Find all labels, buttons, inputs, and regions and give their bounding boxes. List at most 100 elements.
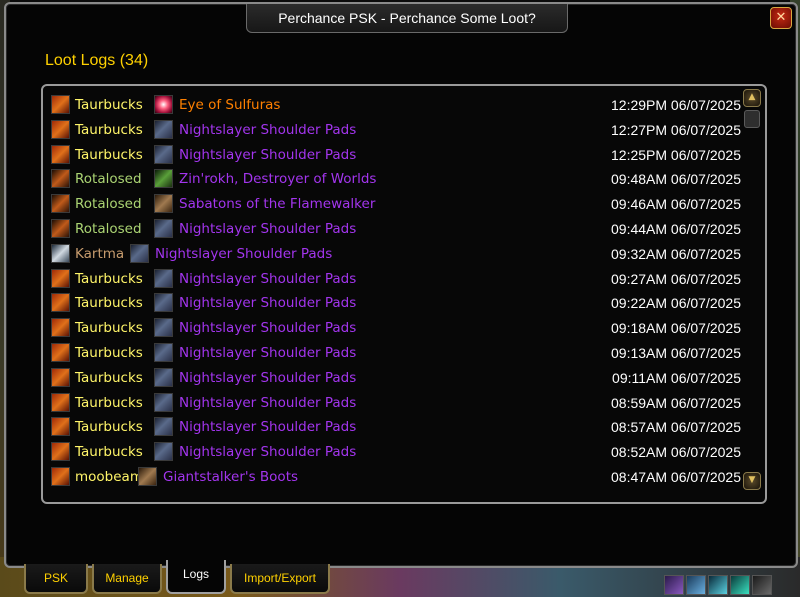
tab-logs[interactable]: Logs: [166, 560, 226, 594]
loot-log-row[interactable]: Taurbucks Nightslayer Shoulder Pads 09:11A…: [51, 366, 741, 390]
item-link[interactable]: Nightslayer Shoulder Pads: [179, 440, 356, 464]
rogue-class-icon: [51, 144, 70, 164]
rogue-class-icon: [51, 467, 70, 486]
loot-log-row[interactable]: Taurbucks Nightslayer Shoulder Pads 08:52A…: [51, 440, 741, 464]
player-name: Taurbucks: [75, 320, 143, 337]
loot-timestamp: 08:52AM 06/07/2025: [611, 444, 741, 461]
rogue-class-icon: [51, 442, 70, 462]
player-name: Taurbucks: [75, 444, 143, 461]
loot-log-row[interactable]: Taurbucks Nightslayer Shoulder Pads 09:22A…: [51, 291, 741, 315]
item-link[interactable]: Nightslayer Shoulder Pads: [179, 217, 356, 241]
druid-class-icon: [51, 194, 70, 214]
loot-log-row[interactable]: Taurbucks Nightslayer Shoulder Pads 09:13A…: [51, 341, 741, 365]
loot-timestamp: 09:48AM 06/07/2025: [611, 171, 741, 188]
player-name: Rotalosed: [75, 196, 142, 213]
item-link[interactable]: Zin'rokh, Destroyer of Worlds: [179, 167, 376, 191]
loot-timestamp: 09:44AM 06/07/2025: [611, 221, 741, 237]
loot-log-row[interactable]: Taurbucks Nightslayer Shoulder Pads 12:25P…: [51, 143, 741, 167]
loot-log-row[interactable]: Taurbucks Nightslayer Shoulder Pads 09:18A…: [51, 316, 741, 340]
scroll-down-icon[interactable]: ▼: [743, 472, 761, 490]
shoulder-pads-icon[interactable]: [130, 243, 149, 263]
player-name: Taurbucks: [75, 97, 143, 113]
shoulder-pads-icon[interactable]: [154, 119, 173, 139]
loot-timestamp: 09:18AM 06/07/2025: [611, 320, 741, 337]
shoulder-pads-icon[interactable]: [154, 268, 173, 288]
shoulder-pads-icon[interactable]: [154, 417, 173, 437]
window-title: Perchance PSK - Perchance Some Loot?: [246, 4, 568, 33]
rogue-class-icon: [51, 318, 70, 338]
rogue-class-icon: [51, 268, 70, 288]
loot-log-row[interactable]: Taurbucks Nightslayer Shoulder Pads 09:27A…: [51, 267, 741, 291]
player-name: Taurbucks: [75, 394, 143, 411]
rogue-class-icon: [51, 392, 70, 412]
tab-manage[interactable]: Manage: [92, 564, 162, 594]
loot-timestamp: 09:22AM 06/07/2025: [611, 295, 741, 312]
item-link[interactable]: Nightslayer Shoulder Pads: [179, 118, 356, 142]
shoulder-pads-icon[interactable]: [154, 392, 173, 412]
player-name: Rotalosed: [75, 221, 142, 237]
action-slot-icon[interactable]: [708, 575, 728, 595]
item-link[interactable]: Nightslayer Shoulder Pads: [179, 267, 356, 291]
shoulder-pads-icon[interactable]: [154, 367, 173, 387]
rogue-class-icon: [51, 95, 70, 114]
warrior-class-icon: [51, 243, 70, 263]
boots-icon[interactable]: [154, 194, 173, 214]
player-name: Rotalosed: [75, 171, 142, 188]
loot-timestamp: 12:29PM 06/07/2025: [611, 97, 741, 113]
item-link[interactable]: Eye of Sulfuras: [179, 93, 280, 117]
loot-log-row[interactable]: Kartma Nightslayer Shoulder Pads 09:32AM 0…: [51, 242, 741, 266]
tab-psk[interactable]: PSK: [24, 564, 88, 594]
tab-import-export[interactable]: Import/Export: [230, 564, 330, 594]
loot-log-row[interactable]: Rotalosed Sabatons of the Flamewalker 09:4…: [51, 192, 741, 216]
axe-icon[interactable]: [154, 169, 173, 189]
druid-class-icon: [51, 219, 70, 238]
player-name: Taurbucks: [75, 419, 143, 436]
item-link[interactable]: Nightslayer Shoulder Pads: [179, 391, 356, 415]
player-name: moobeam: [75, 469, 143, 485]
item-link[interactable]: Nightslayer Shoulder Pads: [179, 341, 356, 365]
item-link[interactable]: Nightslayer Shoulder Pads: [179, 415, 356, 439]
action-slot-icon[interactable]: [664, 575, 684, 595]
loot-timestamp: 08:57AM 06/07/2025: [611, 419, 741, 436]
action-slot-icon[interactable]: [686, 575, 706, 595]
action-slot-icon[interactable]: [730, 575, 750, 595]
loot-timestamp: 09:32AM 06/07/2025: [611, 245, 741, 262]
shoulder-pads-icon[interactable]: [154, 343, 173, 362]
close-button[interactable]: ✕: [770, 7, 792, 29]
item-link[interactable]: Nightslayer Shoulder Pads: [179, 143, 356, 167]
scroll-up-icon[interactable]: ▲: [743, 89, 761, 107]
loot-log-row[interactable]: Rotalosed Zin'rokh, Destroyer of Worlds 09…: [51, 167, 741, 191]
item-link[interactable]: Giantstalker's Boots: [163, 465, 298, 489]
shoulder-pads-icon[interactable]: [154, 144, 173, 164]
loot-timestamp: 09:13AM 06/07/2025: [611, 345, 741, 361]
shoulder-pads-icon[interactable]: [154, 442, 173, 462]
rogue-class-icon: [51, 343, 70, 362]
loot-timestamp: 09:46AM 06/07/2025: [611, 196, 741, 213]
loot-log-row[interactable]: Taurbucks Nightslayer Shoulder Pads 08:59A…: [51, 391, 741, 415]
scrollbar-thumb[interactable]: [744, 110, 760, 128]
loot-log-row[interactable]: Taurbucks Eye of Sulfuras 12:29PM 06/07/20…: [51, 93, 741, 117]
loot-log-row[interactable]: Taurbucks Nightslayer Shoulder Pads 12:27P…: [51, 118, 741, 142]
player-name: Taurbucks: [75, 146, 143, 163]
item-link[interactable]: Nightslayer Shoulder Pads: [155, 242, 332, 266]
rogue-class-icon: [51, 293, 70, 313]
player-name: Taurbucks: [75, 121, 143, 138]
item-link[interactable]: Nightslayer Shoulder Pads: [179, 316, 356, 340]
shoulder-pads-icon[interactable]: [154, 318, 173, 338]
boots-icon[interactable]: [138, 467, 157, 486]
item-link[interactable]: Nightslayer Shoulder Pads: [179, 291, 356, 315]
rogue-class-icon: [51, 417, 70, 437]
eye-of-sulfuras-icon[interactable]: [154, 95, 173, 114]
loot-log-list[interactable]: Taurbucks Eye of Sulfuras 12:29PM 06/07/20…: [41, 84, 767, 504]
item-link[interactable]: Nightslayer Shoulder Pads: [179, 366, 356, 390]
item-link[interactable]: Sabatons of the Flamewalker: [179, 192, 375, 216]
loot-log-row[interactable]: Rotalosed Nightslayer Shoulder Pads 09:44A…: [51, 217, 741, 241]
player-name: Taurbucks: [75, 369, 143, 386]
action-slot-icon[interactable]: [752, 575, 772, 595]
shoulder-pads-icon[interactable]: [154, 293, 173, 313]
shoulder-pads-icon[interactable]: [154, 219, 173, 238]
loot-log-row[interactable]: Taurbucks Nightslayer Shoulder Pads 08:57A…: [51, 415, 741, 439]
loot-timestamp: 12:25PM 06/07/2025: [611, 146, 741, 163]
loot-log-row[interactable]: moobeam Giantstalker's Boots 08:47AM 06/07…: [51, 465, 741, 489]
player-name: Taurbucks: [75, 295, 143, 312]
